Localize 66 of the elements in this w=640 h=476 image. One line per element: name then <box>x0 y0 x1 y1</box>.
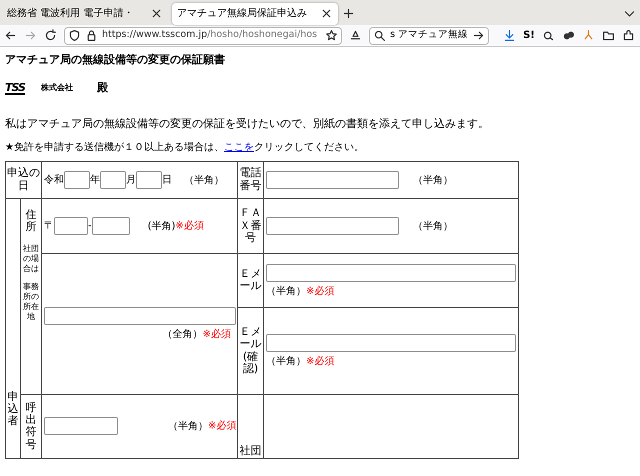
era-label: 令和 <box>44 174 64 186</box>
intro-text: 私はアマチュア局の無線設備等の変更の保証を受けたいので、別紙の書類を添えて申し込みます。 <box>5 116 490 130</box>
sub-label: 社団の場合は <box>22 244 40 274</box>
postal-code-field[interactable] <box>54 216 88 235</box>
unit-label: 月 <box>126 174 136 186</box>
hyphen: - <box>88 220 92 232</box>
search-field[interactable]: s アマチュア無線 <box>369 26 490 44</box>
notice-text: ★免許を申請する送信機が１０以上ある場合は、ここをクリックしてください。 <box>5 142 365 154</box>
required-mark: ※必須 <box>175 220 204 232</box>
honorific: 殿 <box>96 80 108 96</box>
star-icon[interactable] <box>325 29 338 42</box>
close-icon[interactable] <box>320 7 333 20</box>
address-bar[interactable]: https://www.tsscom.jp/hosho/hoshonegai/hos <box>64 26 342 44</box>
back-arrow-icon[interactable] <box>4 29 17 42</box>
field-label: Ｅメール(確認) <box>238 326 262 376</box>
email-field[interactable] <box>266 264 516 282</box>
address-field[interactable] <box>44 307 236 326</box>
note-text: （半角） <box>184 174 224 186</box>
note-text: （全角） <box>162 329 203 340</box>
folder-icon[interactable] <box>602 29 615 42</box>
field-label: 申込者 <box>6 390 20 428</box>
postal-code-field[interactable] <box>92 216 130 235</box>
page-heading: アマチュア局の無線設備等の変更の保証願書 <box>5 53 226 66</box>
reload-icon[interactable] <box>44 29 57 42</box>
field-label: 呼出符号 <box>24 402 38 451</box>
field-label: 電話番号 <box>238 167 262 192</box>
field-label: 申込の日 <box>6 167 41 192</box>
phone-field[interactable] <box>266 170 399 189</box>
download-icon[interactable] <box>503 29 516 42</box>
here-link[interactable]: ここを <box>224 142 254 153</box>
field-label: Ｅメール <box>238 268 262 293</box>
required-mark: ※必須 <box>306 356 334 368</box>
required-mark: ※必須 <box>208 421 236 432</box>
fax-field[interactable] <box>266 216 399 235</box>
note-text: （半角） <box>266 356 306 368</box>
note-text: (半角) <box>148 220 176 232</box>
plus-icon[interactable] <box>342 7 355 20</box>
company-logo: TSS <box>5 82 25 95</box>
callsign-field[interactable] <box>44 417 118 436</box>
field-label: 社団 <box>238 445 262 458</box>
forward-arrow-icon[interactable] <box>24 29 37 42</box>
arrow-right-icon <box>472 29 486 42</box>
lock-icon <box>85 29 98 42</box>
extension-button[interactable]: S! <box>523 28 535 43</box>
browser-tab[interactable]: アマチュア無線局保証申込み <box>172 2 338 24</box>
field-label: ＦＡＸ番号 <box>238 207 262 244</box>
required-mark: ※必須 <box>306 286 334 297</box>
close-icon[interactable] <box>150 7 163 20</box>
note-text: （半角） <box>413 174 453 186</box>
field-label: 住所 <box>24 208 38 234</box>
email-confirm-field[interactable] <box>266 334 516 352</box>
day-field[interactable] <box>136 170 162 189</box>
shield-icon <box>68 29 81 42</box>
browser-tab[interactable]: 総務省 電波利用 電子申請・ <box>2 2 168 24</box>
required-mark: ※必須 <box>202 329 231 340</box>
unit-label: 日 <box>162 174 172 186</box>
year-field[interactable] <box>64 170 90 189</box>
postal-mark: 〒 <box>44 220 54 232</box>
search-icon <box>373 29 386 42</box>
note-text: （半角） <box>168 421 208 432</box>
unit-label: 年 <box>90 174 100 186</box>
note-text: （半角） <box>266 286 306 297</box>
sub-label: 事務所の所在地 <box>22 282 40 322</box>
month-field[interactable] <box>100 170 126 189</box>
note-text: （半角） <box>413 220 453 232</box>
company-name: 株式会社 <box>40 82 73 94</box>
